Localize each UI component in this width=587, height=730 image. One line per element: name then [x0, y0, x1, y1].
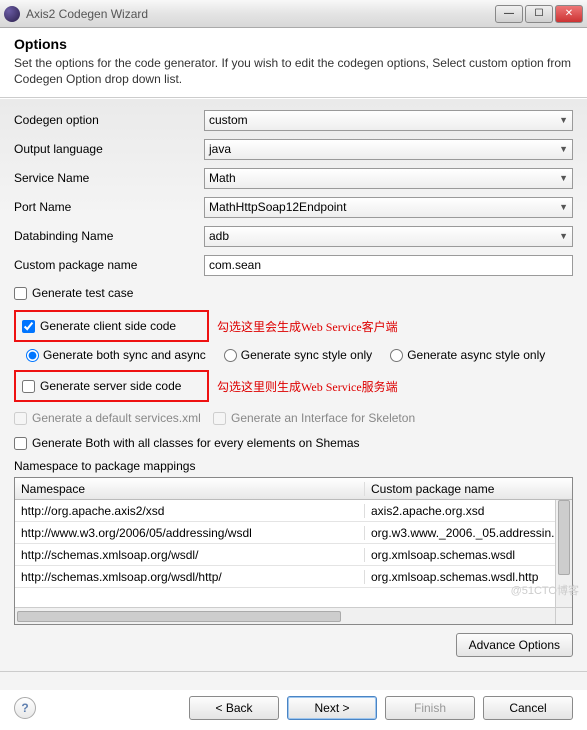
- service-name-select[interactable]: Math ▼: [204, 168, 573, 189]
- vertical-scrollbar[interactable]: [555, 500, 572, 607]
- window-controls: — ☐ ✕: [495, 5, 583, 23]
- wizard-header: Options Set the options for the code gen…: [0, 28, 587, 98]
- databinding-name-value: adb: [209, 229, 229, 243]
- chevron-down-icon: ▼: [559, 144, 568, 154]
- cell-namespace: http://schemas.xmlsoap.org/wsdl/http/: [15, 570, 365, 584]
- generate-default-services-label: Generate a default services.xml: [32, 411, 208, 425]
- chevron-down-icon: ▼: [559, 173, 568, 183]
- port-name-select[interactable]: MathHttpSoap12Endpoint ▼: [204, 197, 573, 218]
- cell-package: axis2.apache.org.xsd: [365, 504, 572, 518]
- radio-async[interactable]: Generate async style only: [390, 348, 545, 362]
- generate-interface-skeleton-checkbox: [213, 412, 226, 425]
- service-name-label: Service Name: [14, 171, 204, 185]
- generate-test-case-label: Generate test case: [32, 286, 133, 300]
- mappings-label: Namespace to package mappings: [14, 459, 573, 473]
- eclipse-icon: [4, 6, 20, 22]
- table-header: Namespace Custom package name: [15, 478, 572, 500]
- sync-async-radio-group: Generate both sync and async Generate sy…: [26, 348, 573, 362]
- generate-server-side-label: Generate server side code: [40, 379, 181, 393]
- help-icon[interactable]: ?: [14, 697, 36, 719]
- generate-client-side-label: Generate client side code: [40, 319, 176, 333]
- custom-package-input[interactable]: [204, 255, 573, 276]
- table-row[interactable]: http://org.apache.axis2/xsdaxis2.apache.…: [15, 500, 572, 522]
- client-annotation: 勾选这里会生成Web Service客户端: [217, 318, 398, 335]
- generate-client-side-checkbox[interactable]: [22, 320, 35, 333]
- minimize-button[interactable]: —: [495, 5, 523, 23]
- generate-test-case-checkbox[interactable]: [14, 287, 27, 300]
- content-area: Codegen option custom ▼ Output language …: [0, 98, 587, 690]
- separator: [0, 671, 587, 672]
- server-annotation: 勾选这里则生成Web Service服务端: [217, 378, 398, 395]
- cell-package: org.xmlsoap.schemas.wsdl.http: [365, 570, 572, 584]
- wizard-footer: ? < Back Next > Finish Cancel: [0, 690, 587, 730]
- codegen-option-label: Codegen option: [14, 113, 204, 127]
- custom-package-label: Custom package name: [14, 258, 204, 272]
- codegen-option-value: custom: [209, 113, 248, 127]
- chevron-down-icon: ▼: [559, 202, 568, 212]
- table-row[interactable]: http://schemas.xmlsoap.org/wsdl/org.xmls…: [15, 544, 572, 566]
- databinding-name-select[interactable]: adb ▼: [204, 226, 573, 247]
- radio-sync[interactable]: Generate sync style only: [224, 348, 372, 362]
- scroll-thumb[interactable]: [558, 500, 570, 575]
- chevron-down-icon: ▼: [559, 115, 568, 125]
- maximize-button[interactable]: ☐: [525, 5, 553, 23]
- codegen-option-select[interactable]: custom ▼: [204, 110, 573, 131]
- page-title: Options: [14, 36, 573, 52]
- cell-namespace: http://org.apache.axis2/xsd: [15, 504, 365, 518]
- col-package: Custom package name: [365, 482, 572, 496]
- horizontal-scrollbar[interactable]: [15, 607, 555, 624]
- close-button[interactable]: ✕: [555, 5, 583, 23]
- table-row[interactable]: http://www.w3.org/2006/05/addressing/wsd…: [15, 522, 572, 544]
- mappings-table[interactable]: Namespace Custom package name http://org…: [14, 477, 573, 625]
- scroll-thumb[interactable]: [17, 611, 341, 622]
- page-desc: Set the options for the code generator. …: [14, 56, 573, 87]
- output-language-label: Output language: [14, 142, 204, 156]
- cell-package: org.xmlsoap.schemas.wsdl: [365, 548, 572, 562]
- port-name-value: MathHttpSoap12Endpoint: [209, 200, 346, 214]
- port-name-label: Port Name: [14, 200, 204, 214]
- cell-namespace: http://www.w3.org/2006/05/addressing/wsd…: [15, 526, 365, 540]
- finish-button: Finish: [385, 696, 475, 720]
- titlebar: Axis2 Codegen Wizard — ☐ ✕: [0, 0, 587, 28]
- output-language-select[interactable]: java ▼: [204, 139, 573, 160]
- generate-interface-skeleton-label: Generate an Interface for Skeleton: [231, 411, 415, 425]
- advance-options-button[interactable]: Advance Options: [456, 633, 573, 657]
- service-name-value: Math: [209, 171, 236, 185]
- window-title: Axis2 Codegen Wizard: [26, 7, 495, 21]
- cancel-button[interactable]: Cancel: [483, 696, 573, 720]
- databinding-name-label: Databinding Name: [14, 229, 204, 243]
- chevron-down-icon: ▼: [559, 231, 568, 241]
- col-namespace: Namespace: [15, 482, 365, 496]
- generate-both-all-label: Generate Both with all classes for every…: [32, 436, 360, 450]
- radio-both[interactable]: Generate both sync and async: [26, 348, 206, 362]
- back-button[interactable]: < Back: [189, 696, 279, 720]
- scroll-corner: [555, 607, 572, 624]
- generate-both-all-checkbox[interactable]: [14, 437, 27, 450]
- output-language-value: java: [209, 142, 231, 156]
- table-row[interactable]: http://schemas.xmlsoap.org/wsdl/http/org…: [15, 566, 572, 588]
- next-button[interactable]: Next >: [287, 696, 377, 720]
- generate-server-side-checkbox[interactable]: [22, 380, 35, 393]
- cell-namespace: http://schemas.xmlsoap.org/wsdl/: [15, 548, 365, 562]
- generate-default-services-checkbox: [14, 412, 27, 425]
- cell-package: org.w3.www._2006._05.addressin.: [365, 526, 572, 540]
